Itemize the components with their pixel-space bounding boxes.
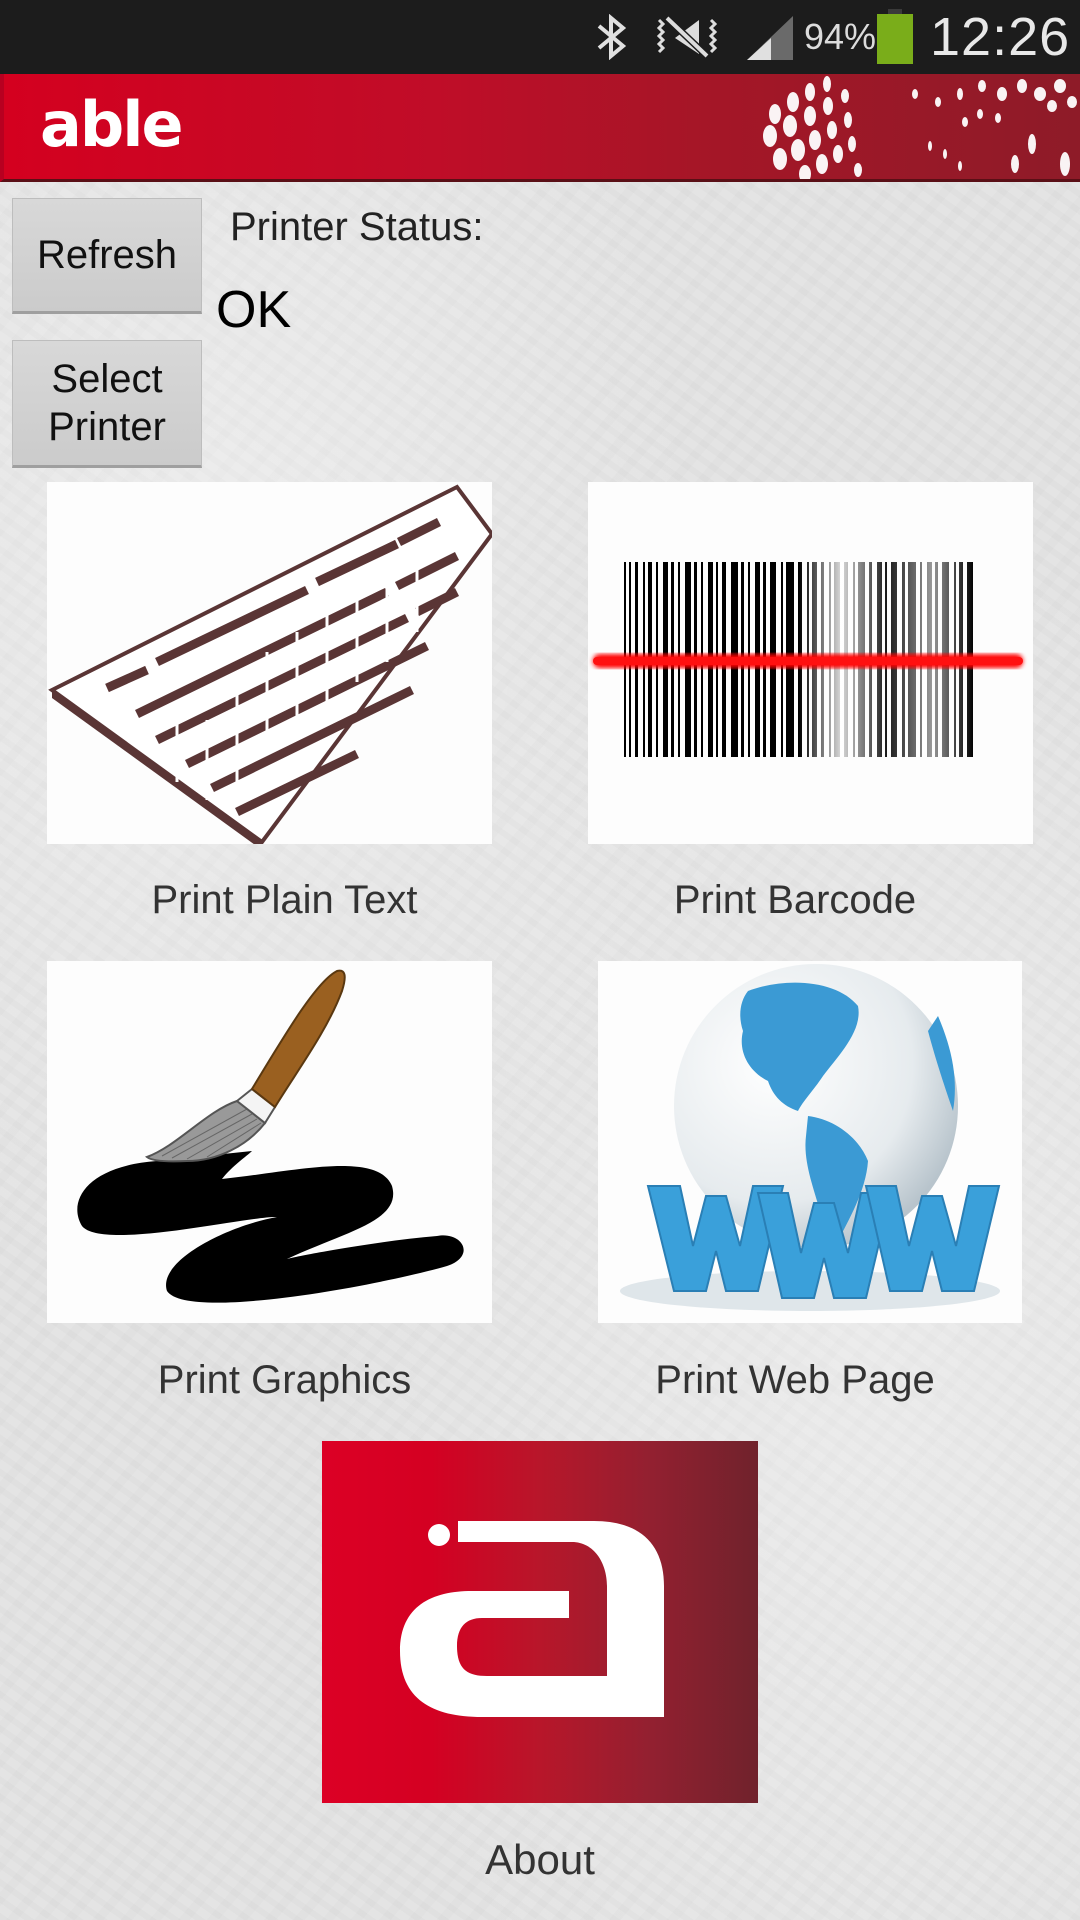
clock: 12:26	[930, 7, 1071, 67]
bluetooth-icon	[595, 0, 629, 74]
print-graphics-label: Print Graphics	[157, 1358, 412, 1402]
paintbrush-icon[interactable]	[47, 961, 492, 1323]
refresh-button-label: Refresh	[36, 233, 178, 277]
status-bar: 94% 12:26	[0, 0, 1080, 74]
printer-status-label: Printer Status:	[230, 205, 484, 249]
app-header: able	[0, 74, 1080, 182]
print-barcode-label: Print Barcode	[673, 878, 917, 922]
able-logo-icon[interactable]	[322, 1441, 758, 1803]
print-plain-text-label: Print Plain Text	[151, 878, 418, 922]
battery-percent: 94%	[804, 16, 877, 57]
able-logo: able	[40, 88, 184, 161]
globe-www-icon[interactable]	[598, 961, 1022, 1323]
mute-vibrate-icon	[655, 0, 719, 74]
printer-status-value: OK	[216, 281, 292, 339]
select-printer-button[interactable]: Select Printer	[12, 340, 202, 468]
select-printer-button-label: Select Printer	[48, 355, 166, 451]
print-web-page-label: Print Web Page	[655, 1358, 935, 1402]
battery-icon	[876, 0, 914, 74]
barcode-icon[interactable]	[588, 482, 1033, 844]
about-label: About	[485, 1836, 595, 1883]
refresh-button[interactable]: Refresh	[12, 198, 202, 314]
keyboard-icon[interactable]	[47, 482, 492, 844]
select-printer-label-line1: Select	[51, 357, 163, 401]
signal-icon	[745, 0, 795, 74]
select-printer-label-line2: Printer	[48, 405, 166, 449]
dot-pattern-decoration	[763, 76, 1077, 179]
